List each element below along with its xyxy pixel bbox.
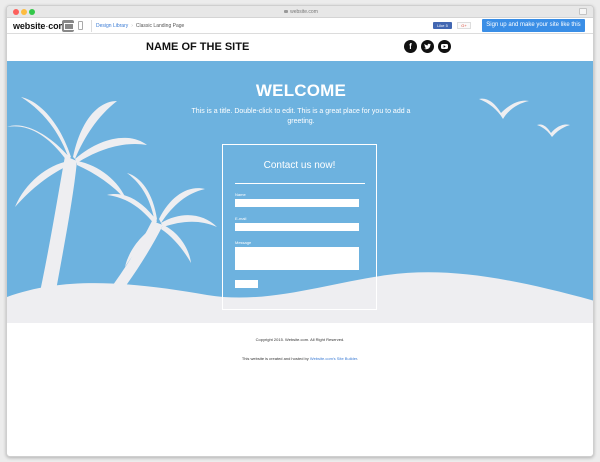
hosted-by-text: This website is created and hosted by We…: [7, 356, 593, 362]
site-builder-link[interactable]: Website.com's Site Builder: [310, 356, 357, 361]
youtube-play-glyph: [441, 44, 448, 49]
name-field[interactable]: [235, 199, 359, 207]
site-footer: Copyright 2015. Website.com. All Right R…: [7, 323, 593, 456]
google-plus-button[interactable]: G+: [457, 22, 471, 29]
youtube-icon[interactable]: [438, 40, 451, 53]
hero-title: WELCOME: [255, 81, 347, 100]
site-title: NAME OF THE SITE: [146, 41, 250, 53]
breadcrumb-current: Classic Landing Page: [135, 23, 185, 29]
lock-icon: [284, 10, 289, 14]
twitter-bird-glyph: [424, 43, 431, 50]
zoom-window-button[interactable]: [29, 9, 35, 15]
email-field[interactable]: [235, 223, 359, 231]
close-window-button[interactable]: [13, 9, 19, 15]
breadcrumb: Design Library › Classic Landing Page: [91, 20, 184, 32]
palm-fronds-right: [107, 173, 217, 267]
brand-name: website: [13, 21, 46, 31]
email-label: E-mail: [235, 216, 247, 221]
contact-form: Contact us now! Name E-mail Message: [222, 144, 377, 310]
address-text: website.com: [290, 9, 318, 15]
bird-small: [537, 124, 570, 137]
contact-title: Contact us now!: [263, 160, 336, 171]
editor-toolbar: website·com Design Library › Classic Landi…: [7, 18, 593, 34]
message-label: Message: [235, 240, 252, 245]
hero-greeting: This is a title. Double-click to edit. T…: [191, 108, 411, 125]
copyright-text: Copyright 2015. Website.com. All Right R…: [255, 337, 345, 342]
contact-divider: [235, 183, 365, 184]
brand-logo[interactable]: website·com: [13, 20, 67, 32]
facebook-icon[interactable]: f: [404, 40, 417, 53]
chevron-right-icon: ›: [131, 23, 133, 29]
address-bar[interactable]: website.com: [241, 8, 361, 16]
desktop-view-icon[interactable]: [62, 20, 74, 32]
facebook-like-button[interactable]: Like 5: [433, 22, 452, 29]
palm-fronds-left: [7, 97, 147, 207]
submit-button[interactable]: [235, 280, 258, 288]
twitter-icon[interactable]: [421, 40, 434, 53]
message-field[interactable]: [235, 247, 359, 270]
hero-section: WELCOME This is a title. Double-click to…: [7, 61, 593, 323]
hosted-suffix: .: [357, 356, 359, 361]
signup-button[interactable]: Sign up and make your site like this: [482, 19, 585, 32]
fullscreen-button[interactable]: [579, 8, 587, 15]
mobile-view-icon[interactable]: [78, 21, 83, 30]
breadcrumb-design-library[interactable]: Design Library: [96, 23, 128, 29]
minimize-window-button[interactable]: [21, 9, 27, 15]
name-label: Name: [235, 192, 246, 197]
site-header: NAME OF THE SITE f: [7, 34, 593, 61]
browser-window: website.com website·com Design Library › C…: [6, 5, 594, 457]
hosted-prefix: This website is created and hosted by: [241, 356, 310, 361]
bird-large: [479, 98, 529, 119]
browser-titlebar: website.com: [7, 6, 593, 18]
